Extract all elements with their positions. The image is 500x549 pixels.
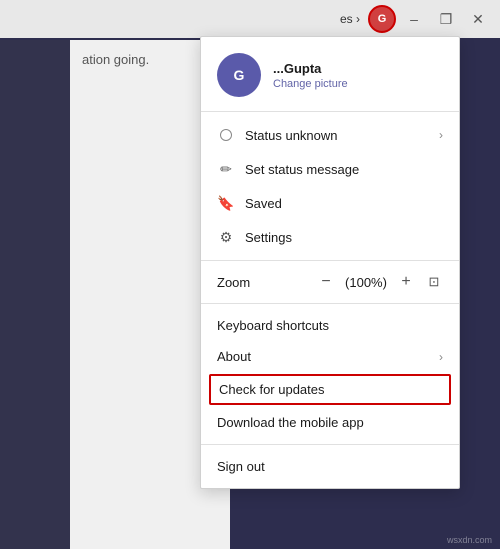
fullscreen-button[interactable]: ⊡: [425, 273, 443, 291]
restore-button[interactable]: ❐: [432, 5, 460, 33]
check-updates-item[interactable]: Check for updates: [209, 374, 451, 405]
minimize-button[interactable]: –: [400, 5, 428, 33]
chevron-right-icon: ›: [439, 128, 443, 142]
close-button[interactable]: ✕: [464, 5, 492, 33]
sidebar: [0, 40, 70, 549]
sign-out-label: Sign out: [217, 459, 443, 474]
language-selector[interactable]: es ›: [340, 12, 360, 26]
profile-avatar-button[interactable]: G: [368, 5, 396, 33]
download-app-item[interactable]: Download the mobile app: [201, 407, 459, 438]
about-label: About: [217, 349, 429, 364]
content-text: ation going.: [82, 52, 149, 67]
titlebar: es › G – ❐ ✕: [0, 0, 500, 38]
watermark: wsxdn.com: [447, 535, 492, 545]
set-status-item[interactable]: ✏ Set status message: [201, 152, 459, 186]
bookmark-icon: 🔖: [217, 194, 235, 212]
profile-name: ...Gupta: [273, 60, 348, 78]
profile-info: ...Gupta Change picture: [273, 60, 348, 90]
zoom-section: Zoom − (100%) + ⊡: [201, 261, 459, 304]
about-item[interactable]: About ›: [201, 341, 459, 372]
zoom-value: (100%): [345, 275, 387, 290]
status-icon: [217, 126, 235, 144]
profile-dropdown: G ...Gupta Change picture Status unknown…: [200, 36, 460, 489]
zoom-label: Zoom: [217, 275, 307, 290]
profile-section: G ...Gupta Change picture: [201, 37, 459, 112]
bottom-section: Keyboard shortcuts About › Check for upd…: [201, 304, 459, 444]
avatar-initials: G: [234, 67, 245, 83]
status-unknown-item[interactable]: Status unknown ›: [201, 118, 459, 152]
zoom-out-button[interactable]: −: [315, 271, 337, 293]
check-updates-label: Check for updates: [219, 382, 441, 397]
keyboard-shortcuts-label: Keyboard shortcuts: [217, 318, 443, 333]
signout-section: Sign out: [201, 444, 459, 488]
status-dot: [220, 129, 232, 141]
pencil-icon: ✏: [217, 160, 235, 178]
settings-label: Settings: [245, 230, 443, 245]
avatar: G: [217, 53, 261, 97]
status-unknown-label: Status unknown: [245, 128, 429, 143]
change-picture-link[interactable]: Change picture: [273, 78, 348, 90]
download-app-label: Download the mobile app: [217, 415, 443, 430]
gear-icon: ⚙: [217, 228, 235, 246]
about-chevron-icon: ›: [439, 350, 443, 364]
saved-label: Saved: [245, 196, 443, 211]
status-section: Status unknown › ✏ Set status message 🔖 …: [201, 112, 459, 261]
sign-out-item[interactable]: Sign out: [201, 451, 459, 482]
keyboard-shortcuts-item[interactable]: Keyboard shortcuts: [201, 310, 459, 341]
saved-item[interactable]: 🔖 Saved: [201, 186, 459, 220]
zoom-in-button[interactable]: +: [395, 271, 417, 293]
set-status-label: Set status message: [245, 162, 443, 177]
settings-item[interactable]: ⚙ Settings: [201, 220, 459, 254]
